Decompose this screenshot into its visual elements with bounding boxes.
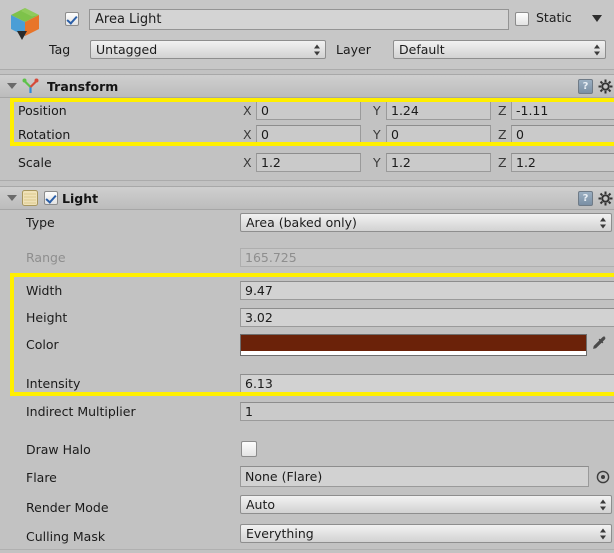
light-draw-halo-checkbox[interactable] [241,441,257,457]
tag-label: Tag [49,42,71,57]
light-height-label: Height [26,310,68,325]
light-draw-halo-label: Draw Halo [26,442,91,457]
position-z-input[interactable]: -1.11 [511,101,614,120]
gameobject-active-checkbox[interactable] [65,12,79,26]
tag-dropdown[interactable]: Untagged [90,40,326,59]
gameobject-cube-icon [6,5,46,43]
position-y-input[interactable]: 1.24 [386,101,491,120]
light-culling-mask-dropdown[interactable]: Everything [240,524,612,543]
layer-dropdown[interactable]: Default [393,40,606,59]
tag-updown-icon [314,44,321,55]
transform-help-icon[interactable]: ? [578,78,593,94]
position-z-axis-label: Z [498,103,507,118]
render-mode-updown-icon [600,499,607,510]
light-range-input: 165.725 [240,248,614,267]
layer-updown-icon [594,44,601,55]
light-flare-label: Flare [26,470,57,485]
light-indirect-multiplier-input[interactable]: 1 [240,402,614,421]
tag-value: Untagged [96,42,158,57]
rotation-x-input[interactable]: 0 [256,125,361,144]
scale-z-axis-label: Z [498,155,507,170]
light-color-swatch[interactable] [240,334,587,356]
light-help-icon[interactable]: ? [578,190,593,206]
light-height-input[interactable]: 3.02 [240,308,614,327]
light-flare-object-field[interactable]: None (Flare) [240,466,589,487]
light-render-mode-label: Render Mode [26,500,109,515]
scale-label: Scale [18,155,52,170]
static-chevron-down-icon[interactable] [592,15,602,22]
light-type-value: Area (baked only) [246,215,357,230]
light-width-input[interactable]: 9.47 [240,281,614,300]
culling-mask-updown-icon [600,528,607,539]
transform-foldout-icon[interactable] [7,83,17,89]
light-intensity-label: Intensity [26,376,81,391]
light-intensity-input[interactable]: 6.13 [240,374,614,393]
light-width-label: Width [26,283,63,298]
rotation-y-input[interactable]: 0 [386,125,491,144]
scale-y-axis-label: Y [373,155,381,170]
transform-bottom-divider [0,180,614,181]
rotation-z-input[interactable]: 0 [511,125,614,144]
rotation-z-axis-label: Z [498,127,507,142]
light-title: Light [62,190,99,206]
inspector-panel: Area Light Static Tag Untagged Layer Def… [0,0,614,553]
transform-axis-icon [22,78,39,94]
light-color-label: Color [26,337,59,352]
rotation-x-axis-label: X [243,127,252,142]
scale-x-axis-label: X [243,155,252,170]
position-x-axis-label: X [243,103,252,118]
light-enabled-checkbox[interactable] [44,191,58,205]
position-x-input[interactable]: 0 [256,101,361,120]
layer-label: Layer [336,42,371,57]
position-label: Position [18,103,67,118]
scale-z-input[interactable]: 1.2 [511,153,614,172]
rotation-label: Rotation [18,127,71,142]
transform-component-header[interactable]: Transform ? [0,74,614,98]
position-y-axis-label: Y [373,103,381,118]
light-color-fill [241,335,586,351]
gameobject-name-value: Area Light [95,12,162,27]
header-divider [0,69,614,70]
light-foldout-icon[interactable] [7,195,17,201]
gameobject-name-input[interactable]: Area Light [89,9,509,30]
scale-x-input[interactable]: 1.2 [256,153,361,172]
rotation-y-axis-label: Y [373,127,381,142]
static-label: Static [536,10,572,25]
light-type-dropdown[interactable]: Area (baked only) [240,213,612,232]
static-checkbox[interactable] [515,12,529,26]
light-render-mode-dropdown[interactable]: Auto [240,495,612,514]
light-range-label: Range [26,250,66,265]
bottom-divider [0,549,614,550]
layer-value: Default [399,42,445,57]
light-component-header[interactable]: Light ? [0,186,614,210]
light-culling-mask-label: Culling Mask [26,529,106,544]
light-type-updown-icon [600,217,607,228]
object-picker-icon[interactable] [596,470,610,484]
light-color-alpha-bar [241,351,586,355]
light-indirect-multiplier-label: Indirect Multiplier [26,404,136,419]
light-component-icon [22,190,38,206]
transform-gear-icon[interactable] [598,79,613,94]
light-type-label: Type [26,215,55,230]
scale-y-input[interactable]: 1.2 [386,153,491,172]
light-gear-icon[interactable] [598,191,613,206]
eyedropper-icon[interactable] [591,335,609,355]
transform-title: Transform [47,78,119,94]
